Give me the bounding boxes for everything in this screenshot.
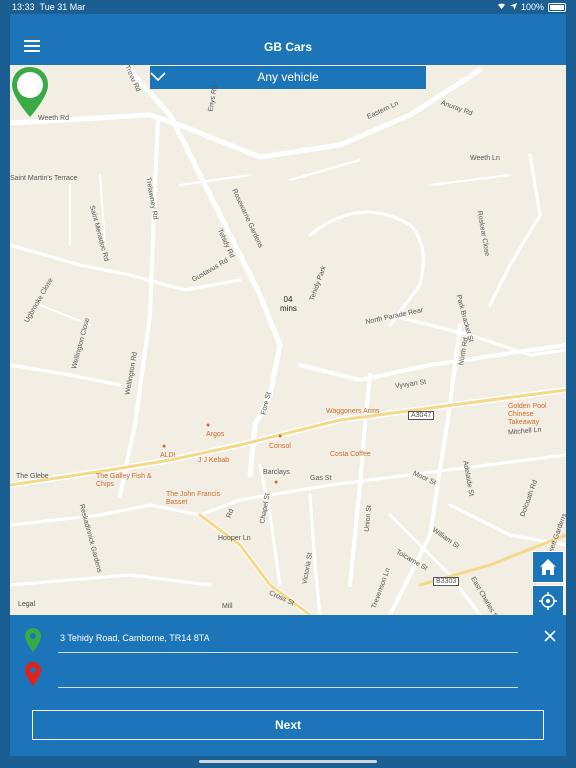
next-button[interactable]: Next (32, 710, 544, 740)
poi-label: Costa Coffee (330, 451, 371, 458)
street-label: Saint Martin's Terrace (10, 175, 78, 182)
header: GB Cars (10, 14, 566, 65)
status-right: 100% (497, 2, 566, 12)
dropoff-field-row (58, 667, 522, 688)
location-arrow-icon (509, 2, 517, 12)
poi-label: Consol (269, 443, 291, 450)
eta-value: 04 (283, 295, 293, 304)
home-icon (540, 559, 556, 575)
map-view[interactable]: Any vehicle Weeth Rd Eastern Ln Trelawne… (10, 65, 566, 615)
chevron-down-icon (150, 72, 166, 82)
poi-label: The John Francis Basset (166, 491, 221, 506)
eta-marker (12, 67, 48, 117)
poi-label: Argos (206, 431, 225, 438)
close-icon (544, 630, 556, 642)
locate-me-button[interactable] (532, 585, 564, 615)
home-indicator (199, 760, 377, 763)
poi-label: Golden Pool Chinese Takeaway (508, 403, 547, 426)
street-label: The Glebe (16, 473, 49, 480)
poi-label: Waggoners Arms (326, 408, 380, 415)
status-date: Tue 31 Mar (39, 2, 86, 12)
crosshair-icon (539, 592, 557, 610)
status-time-value: 13:33 (12, 2, 35, 12)
road-shield: A3047 (408, 411, 435, 420)
vehicle-select-value: Any vehicle (257, 70, 319, 84)
poi-icon: ● (274, 479, 279, 486)
vehicle-select[interactable]: Any vehicle (150, 66, 426, 89)
status-time: 13:33 Tue 31 Mar (12, 2, 85, 12)
wifi-icon (497, 2, 506, 12)
poi-icon: ● (278, 433, 283, 440)
pickup-pin-icon (25, 628, 41, 652)
dropoff-pin-icon (25, 662, 41, 686)
poi-label: J J Kebab (198, 457, 230, 464)
legal-link[interactable]: Legal (18, 601, 35, 608)
poi-label: ALDI (160, 452, 176, 459)
street-label: Mill (222, 603, 233, 610)
status-bar: 13:33 Tue 31 Mar 100% (0, 0, 576, 14)
dropoff-input[interactable] (58, 667, 522, 679)
eta-label: 04 mins (280, 295, 297, 313)
app-frame: GB Cars Any vehicle Weeth Rd Eastern Ln … (10, 14, 566, 756)
battery-percent: 100% (520, 2, 544, 12)
clear-pickup-button[interactable] (544, 629, 556, 642)
street-label: Weeth Ln (470, 155, 500, 162)
eta-unit: mins (280, 304, 297, 313)
poi-icon: ● (206, 422, 211, 429)
battery-icon (548, 2, 566, 12)
street-label: Gas St (310, 475, 332, 482)
poi-icon: ● (162, 443, 167, 450)
page-title: GB Cars (263, 40, 313, 54)
pickup-input[interactable] (58, 632, 522, 644)
pickup-field-row (58, 632, 522, 653)
poi-label: Barclays (263, 469, 290, 476)
booking-panel: Next (10, 615, 566, 756)
map-roads (10, 65, 566, 615)
road-shield: B3303 (433, 577, 460, 586)
street-label: Hooper Ln (218, 535, 251, 542)
poi-label: The Galley Fish & Chips (96, 473, 152, 488)
home-button[interactable] (532, 551, 564, 583)
